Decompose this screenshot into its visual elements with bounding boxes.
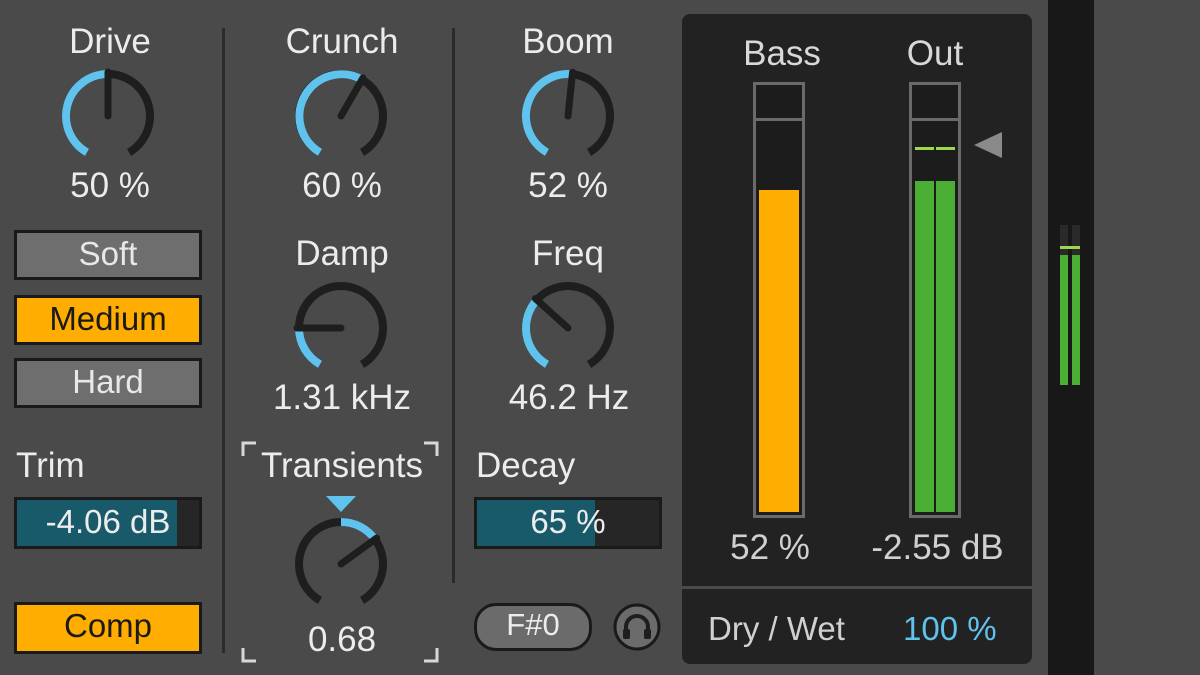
peak-hold-right <box>936 147 955 150</box>
drive-label: Drive <box>69 22 151 61</box>
knob-value-arc <box>340 518 379 542</box>
out-meter-left-fill <box>915 181 934 512</box>
drive-value: 50 % <box>70 166 150 205</box>
knob-value-arc <box>295 70 364 156</box>
damp-knob[interactable] <box>281 280 401 380</box>
comp-button[interactable]: Comp <box>14 602 202 654</box>
transients-label: Transients <box>260 446 424 485</box>
freq-value: 46.2 Hz <box>508 378 630 417</box>
boom-label: Boom <box>522 22 614 61</box>
meter-tick <box>756 118 802 121</box>
bass-meter-value: 52 % <box>730 528 810 567</box>
transients-knob[interactable] <box>281 516 401 616</box>
column-divider <box>452 28 455 583</box>
trim-field[interactable]: -4.06 dB <box>14 497 202 549</box>
freq-knob[interactable] <box>508 280 628 380</box>
damp-label: Damp <box>295 234 389 273</box>
drywet-label: Dry / Wet <box>708 610 845 647</box>
bass-meter <box>753 82 805 518</box>
decay-value: 65 % <box>530 503 606 540</box>
track-meter-right-fill <box>1072 255 1080 385</box>
transients-marker-icon <box>326 496 356 512</box>
threshold-arrow-icon[interactable] <box>972 130 1004 160</box>
peak-hold-left <box>915 147 934 150</box>
crunch-label: Crunch <box>285 22 399 61</box>
knob-pointer <box>564 68 577 120</box>
meter-tick <box>912 118 958 121</box>
column-divider <box>222 28 225 653</box>
knob-pointer <box>337 74 367 120</box>
transients-value: 0.68 <box>307 620 377 659</box>
right-background <box>1094 0 1200 675</box>
drive-knob[interactable] <box>48 68 168 168</box>
out-meter-value: -2.55 dB <box>871 528 1004 567</box>
boom-value: 52 % <box>528 166 608 205</box>
note-button[interactable]: F#0 <box>474 603 592 651</box>
trim-value: -4.06 dB <box>45 503 171 540</box>
mode-medium-button[interactable]: Medium <box>14 295 202 345</box>
out-meter-right-fill <box>936 181 955 512</box>
out-meter-label: Out <box>906 34 964 73</box>
drywet-value[interactable]: 100 % <box>903 609 997 649</box>
mode-soft-button[interactable]: Soft <box>14 230 202 280</box>
bass-meter-label: Bass <box>743 34 821 73</box>
bass-meter-fill <box>759 190 799 512</box>
knob-value-arc <box>295 327 323 368</box>
knob-pointer <box>337 534 381 568</box>
headphones-icon[interactable] <box>612 602 662 652</box>
trim-label: Trim <box>16 446 85 485</box>
mode-hard-button[interactable]: Hard <box>14 358 202 408</box>
boom-knob[interactable] <box>508 68 628 168</box>
track-meter-left-fill <box>1060 255 1068 385</box>
damp-value: 1.31 kHz <box>272 378 412 417</box>
decay-label: Decay <box>476 446 576 485</box>
track-peak-hold <box>1060 246 1080 249</box>
knob-value-arc <box>62 70 109 156</box>
crunch-knob[interactable] <box>281 68 401 168</box>
crunch-value: 60 % <box>302 166 382 205</box>
freq-label: Freq <box>532 234 604 273</box>
decay-field[interactable]: 65 % <box>474 497 662 549</box>
track-meter-strip <box>1048 0 1094 675</box>
out-meter <box>909 82 961 518</box>
knob-pointer <box>531 295 572 332</box>
panel-divider <box>682 586 1032 589</box>
